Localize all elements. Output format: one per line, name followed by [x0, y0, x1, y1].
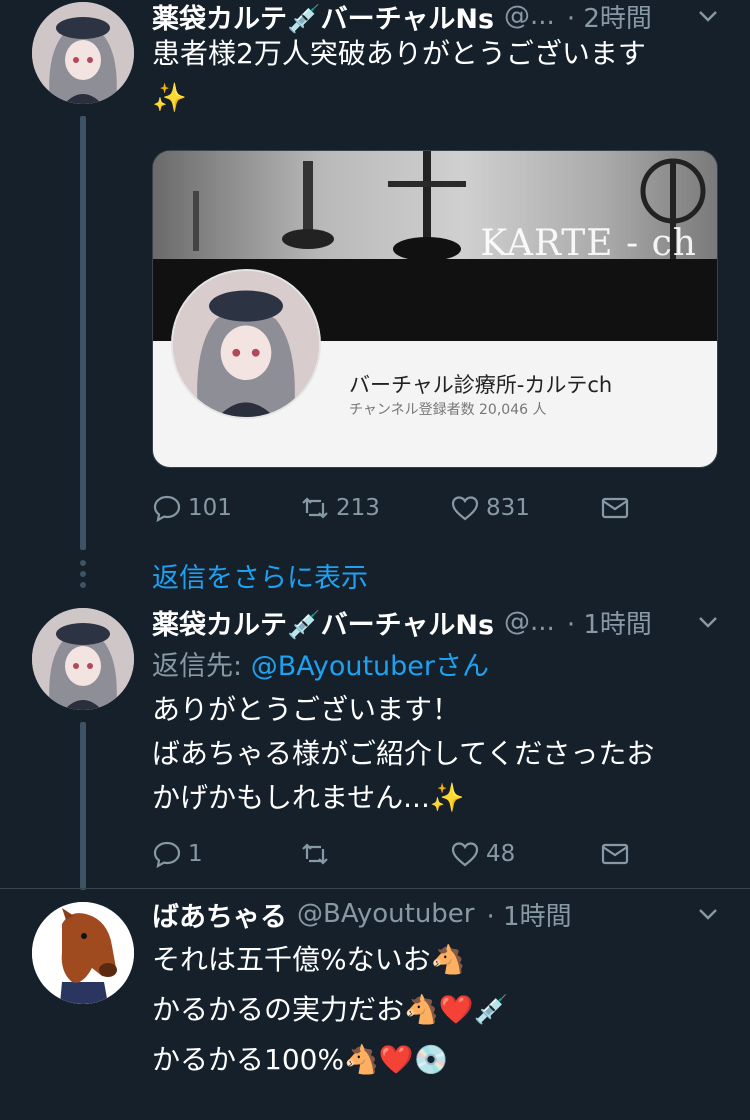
reply-context: 返信先: @BAyoutuberさん	[152, 644, 489, 683]
like-count: 48	[486, 841, 516, 867]
retweet-button[interactable]: 213	[300, 493, 380, 523]
user-handle[interactable]: @...	[504, 607, 555, 637]
chevron-down-icon[interactable]	[696, 610, 720, 634]
show-more-replies-link[interactable]: 返信をさらに表示	[152, 556, 368, 595]
user-handle[interactable]: @...	[504, 1, 555, 31]
share-button[interactable]	[600, 493, 636, 523]
like-button[interactable]: 831	[450, 493, 530, 523]
reply-icon	[153, 841, 181, 869]
tweet-actions: 1 48	[152, 836, 632, 872]
avatar[interactable]	[32, 902, 134, 1004]
tweet-text-line-3: かるかる100%🐴❤️💿	[152, 1043, 449, 1076]
timestamp[interactable]: · 1時間	[487, 896, 572, 933]
tweet-text: 患者様2万人突破ありがとうございます ✨	[152, 37, 646, 114]
reply-prefix: 返信先:	[152, 651, 251, 682]
reply-button[interactable]: 1	[152, 839, 203, 869]
channel-avatar	[171, 269, 321, 419]
chevron-down-icon[interactable]	[696, 4, 720, 28]
subscriber-count: チャンネル登録者数 20,046 人	[349, 402, 547, 418]
tweet-text-line-2: かるかるの実力だお🐴❤️💉	[152, 993, 509, 1026]
link-card[interactable]: KARTE - ch バーチャル診療所-カルテch チャンネル登録者数 20,0…	[152, 150, 718, 468]
channel-name: バーチャル診療所-カルテch	[349, 373, 613, 397]
tweet-1[interactable]: 薬袋カルテ💉バーチャルNs @... · 2時間 患者様2万人突破ありがとうござ…	[0, 0, 750, 550]
display-name[interactable]: 薬袋カルテ💉バーチャルNs	[152, 603, 494, 642]
tweet-divider	[0, 888, 750, 889]
tweet-header: 薬袋カルテ💉バーチャルNs @... · 1時間	[152, 602, 720, 642]
like-button[interactable]: 48	[450, 839, 515, 869]
reply-to-link[interactable]: @BAyoutuberさん	[251, 651, 489, 682]
reply-count: 101	[188, 495, 232, 521]
retweet-icon	[302, 843, 328, 865]
reply-button[interactable]: 101	[152, 493, 232, 523]
user-handle[interactable]: @BAyoutuber	[297, 899, 475, 929]
display-name[interactable]: 薬袋カルテ💉バーチャルNs	[152, 0, 494, 36]
share-button[interactable]	[600, 839, 636, 869]
tweet-2[interactable]: 薬袋カルテ💉バーチャルNs @... · 1時間 返信先: @BAyoutube…	[0, 606, 750, 896]
retweet-button[interactable]	[300, 839, 336, 869]
tweet-actions: 101 213 831	[152, 490, 632, 526]
thread-line	[80, 116, 86, 550]
avatar[interactable]	[32, 2, 134, 104]
thread-dots	[80, 560, 86, 593]
banner-title: KARTE - ch	[480, 223, 697, 264]
tweet-text-line-1: それは五千億%ないお🐴	[152, 943, 466, 976]
avatar[interactable]	[32, 608, 134, 710]
tweet-header: ばあちゃる @BAyoutuber · 1時間	[152, 894, 720, 934]
reply-icon	[153, 495, 181, 523]
tweet-header: 薬袋カルテ💉バーチャルNs @... · 2時間	[152, 0, 720, 36]
thread-line	[80, 722, 86, 890]
mail-icon	[601, 497, 629, 519]
tweet-text: ありがとうございます！ ばあちゃる様がご紹介してくださったお かげかもしれません…	[152, 693, 655, 814]
display-name[interactable]: ばあちゃる	[152, 895, 287, 934]
chevron-down-icon[interactable]	[696, 902, 720, 926]
timestamp[interactable]: · 2時間	[567, 0, 652, 35]
timestamp[interactable]: · 1時間	[567, 604, 652, 641]
heart-icon	[451, 496, 479, 521]
tweet-3[interactable]: ばあちゃる @BAyoutuber · 1時間 それは五千億%ないお🐴 かるかる…	[0, 899, 750, 1120]
mail-icon	[601, 843, 629, 865]
retweet-icon	[302, 497, 328, 519]
reply-count: 1	[188, 841, 203, 867]
like-count: 831	[486, 495, 530, 521]
retweet-count: 213	[336, 495, 380, 521]
heart-icon	[451, 842, 479, 867]
